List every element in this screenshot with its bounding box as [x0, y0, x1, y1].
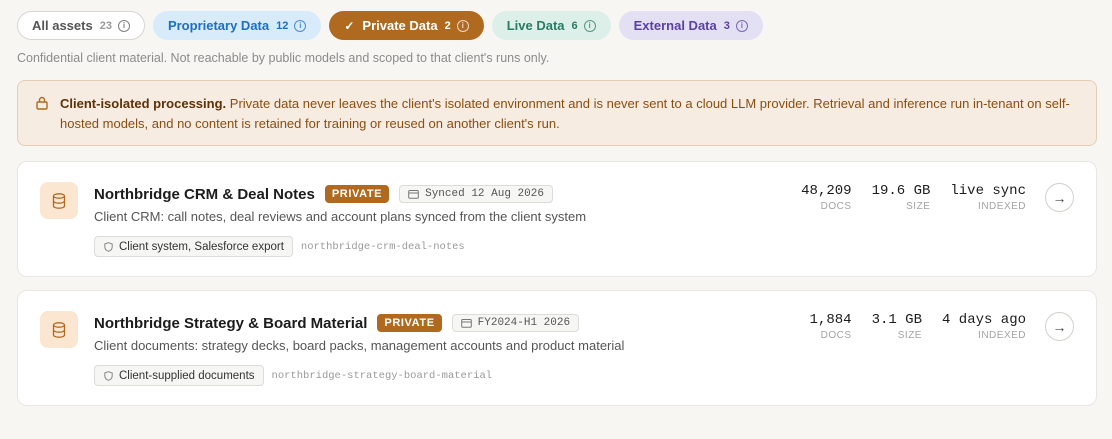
- stat-docs: 1,884 DOCS: [810, 312, 852, 342]
- source-label: Client-supplied documents: [119, 369, 255, 382]
- stat-value: 1,884: [809, 312, 852, 328]
- data-asset-card[interactable]: Northbridge Strategy & Board Material PR…: [17, 290, 1097, 406]
- calendar-icon: [460, 319, 472, 328]
- tab-count: 12: [276, 19, 289, 32]
- tab-private-data[interactable]: ✓ Private Data 2 i: [329, 11, 484, 40]
- sync-date-pill: Synced 12 Aug 2026: [399, 185, 553, 203]
- stat-label: DOCS: [820, 330, 852, 341]
- stat-label: SIZE: [906, 201, 931, 212]
- tab-count: 23: [99, 19, 112, 32]
- info-icon[interactable]: i: [456, 19, 469, 32]
- tab-label: External Data: [633, 18, 717, 33]
- tab-all-assets[interactable]: All assets 23 i: [17, 11, 145, 40]
- stat-label: INDEXED: [978, 330, 1026, 341]
- stat-docs: 48,209 DOCS: [801, 183, 851, 213]
- notice-heading: Client-isolated processing.: [60, 96, 227, 111]
- stat-size: 19.6 GB SIZE: [872, 183, 931, 213]
- tab-external-data[interactable]: External Data 3 i: [618, 11, 763, 40]
- tab-count: 2: [444, 19, 451, 32]
- open-asset-button[interactable]: →: [1045, 183, 1074, 212]
- asset-stats: 48,209 DOCS 19.6 GB SIZE live sync INDEX…: [801, 183, 1026, 213]
- section-description: Confidential client material. Not reacha…: [17, 51, 550, 65]
- asset-slug: northbridge-strategy-board-material: [271, 369, 493, 382]
- database-icon: [40, 182, 78, 219]
- stat-label: SIZE: [897, 330, 922, 341]
- info-icon[interactable]: i: [583, 19, 596, 32]
- tab-live-data[interactable]: Live Data 6 i: [491, 11, 611, 40]
- tab-count: 3: [723, 19, 730, 32]
- asset-description: Client CRM: call notes, deal reviews and…: [94, 209, 587, 224]
- asset-title: Northbridge CRM & Deal Notes: [94, 185, 315, 203]
- stat-value: 3.1 GB: [871, 312, 922, 328]
- tab-label: All assets: [32, 18, 93, 33]
- sync-date: Synced 12 Aug 2026: [425, 188, 544, 200]
- source-label: Client system, Salesforce export: [119, 240, 284, 253]
- tab-label: Private Data: [362, 18, 438, 33]
- asset-stats: 1,884 DOCS 3.1 GB SIZE 4 days ago INDEXE…: [810, 312, 1026, 342]
- filter-tabs: All assets 23 i Proprietary Data 12 i ✓ …: [17, 11, 763, 40]
- tab-count: 6: [571, 19, 578, 32]
- stat-size: 3.1 GB SIZE: [872, 312, 922, 342]
- asset-description: Client documents: strategy decks, board …: [94, 338, 625, 353]
- stat-value: 4 days ago: [941, 312, 1026, 328]
- stat-label: INDEXED: [978, 201, 1026, 212]
- private-badge: PRIVATE: [324, 185, 390, 203]
- stat-value: 48,209: [801, 183, 852, 199]
- info-icon[interactable]: i: [117, 19, 130, 32]
- period-pill: FY2024-H1 2026: [451, 314, 580, 332]
- data-asset-card[interactable]: Northbridge CRM & Deal Notes PRIVATE Syn…: [17, 161, 1097, 277]
- tab-label: Proprietary Data: [167, 18, 270, 33]
- asset-title: Northbridge Strategy & Board Material: [94, 314, 368, 332]
- source-pill: Client system, Salesforce export: [94, 236, 293, 257]
- stat-indexed: live sync INDEXED: [950, 183, 1026, 213]
- stat-value: 19.6 GB: [871, 183, 931, 199]
- database-icon: [40, 311, 78, 348]
- lock-icon: [36, 96, 48, 110]
- stat-label: DOCS: [820, 201, 852, 212]
- asset-slug: northbridge-crm-deal-notes: [300, 240, 465, 253]
- tab-proprietary-data[interactable]: Proprietary Data 12 i: [152, 11, 322, 40]
- check-icon: ✓: [344, 18, 355, 33]
- calendar-icon: [408, 190, 419, 199]
- info-icon[interactable]: i: [294, 19, 307, 32]
- arrow-right-icon: →: [1052, 318, 1067, 335]
- info-icon[interactable]: i: [735, 19, 748, 32]
- stat-value: live sync: [950, 183, 1026, 199]
- private-badge: PRIVATE: [377, 314, 442, 332]
- isolation-notice: Client-isolated processing. Private data…: [17, 80, 1097, 146]
- open-asset-button[interactable]: →: [1045, 312, 1074, 341]
- tab-label: Live Data: [506, 18, 565, 33]
- arrow-right-icon: →: [1052, 189, 1067, 206]
- stat-indexed: 4 days ago INDEXED: [942, 312, 1026, 342]
- shield-icon: [104, 370, 113, 381]
- shield-icon: [104, 241, 113, 252]
- source-pill: Client-supplied documents: [94, 365, 264, 386]
- period-label: FY2024-H1 2026: [477, 317, 571, 329]
